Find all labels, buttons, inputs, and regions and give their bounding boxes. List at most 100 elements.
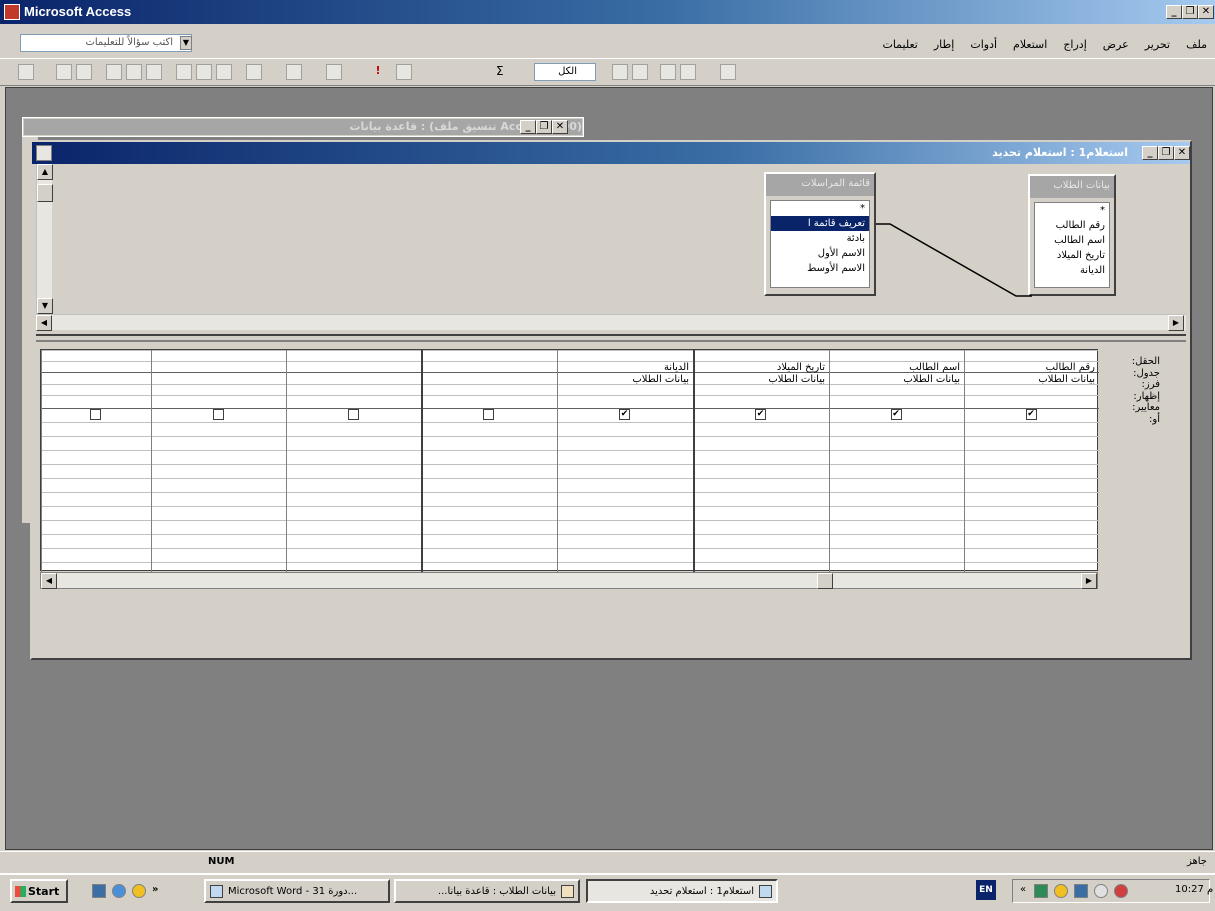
query-close-icon[interactable]: ✕: [1174, 146, 1190, 160]
grid-table-cell[interactable]: بيانات الطلاب: [964, 374, 1099, 385]
field-item[interactable]: الديانة: [1035, 263, 1109, 278]
grid-scroll-right-icon[interactable]: ▶: [1081, 573, 1097, 589]
query-design-grid[interactable]: رقم الطالب بيانات الطلاب ✔ اسم الطالب بيانات…: [40, 349, 1099, 572]
scroll-down-icon[interactable]: ▼: [37, 298, 53, 314]
ask-question-input[interactable]: اكتب سؤالاً للتعليمات: [20, 34, 192, 52]
messenger-icon[interactable]: [132, 884, 146, 898]
db-minimize-icon[interactable]: _: [520, 120, 536, 134]
query-window-title-bar[interactable]: استعلام1 : استعلام تحديد _ ❐ ✕: [32, 142, 1190, 164]
build-icon[interactable]: [632, 64, 648, 80]
field-item[interactable]: الاسم الأوسط: [771, 261, 869, 276]
db-restore-icon[interactable]: ❐: [536, 120, 552, 134]
field-item[interactable]: الاسم الأول: [771, 246, 869, 261]
grid-scroll-thumb[interactable]: [817, 573, 833, 589]
language-indicator[interactable]: EN: [976, 880, 996, 900]
search-icon[interactable]: [76, 64, 92, 80]
totals-icon[interactable]: Σ: [496, 64, 512, 80]
show-table-icon[interactable]: [396, 64, 412, 80]
show-checkbox[interactable]: [212, 409, 224, 420]
top-values-select[interactable]: الكل: [534, 63, 596, 81]
properties-icon[interactable]: [612, 64, 628, 80]
security-icon[interactable]: [1054, 884, 1068, 898]
grid-field-cell[interactable]: تاريخ الميلاد: [693, 362, 829, 373]
grid-table-cell[interactable]: بيانات الطلاب: [557, 374, 693, 385]
query-restore-icon[interactable]: ❐: [1158, 146, 1174, 160]
field-list-students[interactable]: بيانات الطلاب * رقم الطالب اسم الطالب تا…: [1028, 174, 1116, 296]
close-icon[interactable]: ✕: [1198, 5, 1214, 19]
show-checkbox[interactable]: ✔: [755, 409, 766, 420]
scroll-left-icon[interactable]: ◀: [36, 315, 52, 331]
show-checkbox[interactable]: ✔: [890, 409, 902, 420]
menu-edit[interactable]: تحرير: [1145, 38, 1170, 51]
scroll-right-icon[interactable]: ▶: [1168, 315, 1184, 331]
run-icon[interactable]: !: [370, 64, 386, 80]
spelling-icon[interactable]: [146, 64, 162, 80]
start-button[interactable]: Start: [10, 879, 68, 903]
field-list-title[interactable]: قائمة المراسلات: [766, 174, 874, 196]
field-item[interactable]: اسم الطالب: [1035, 233, 1109, 248]
scroll-thumb[interactable]: [37, 184, 53, 202]
internet-explorer-icon[interactable]: [112, 884, 126, 898]
cut-icon[interactable]: [176, 64, 192, 80]
scroll-up-icon[interactable]: ▲: [37, 164, 53, 180]
grid-field-cell[interactable]: الديانة: [557, 362, 693, 373]
menu-query[interactable]: استعلام: [1013, 38, 1047, 51]
show-checkbox[interactable]: [90, 409, 101, 420]
field-item[interactable]: رقم الطالب: [1035, 218, 1109, 233]
tray-status-icon[interactable]: [1094, 884, 1108, 898]
new-object-icon[interactable]: [680, 64, 696, 80]
table-pane-vscrollbar[interactable]: ▲ ▼: [36, 164, 53, 314]
show-checkbox[interactable]: [483, 409, 494, 420]
field-list-mailing[interactable]: قائمة المراسلات * تعريف قائمة ا بادئة ال…: [764, 172, 876, 296]
field-item[interactable]: بادئة: [771, 231, 869, 246]
app-title-bar[interactable]: Microsoft Access _ ❐ ✕: [0, 0, 1215, 24]
print-preview-icon[interactable]: [126, 64, 142, 80]
chevron-right-icon[interactable]: »: [152, 884, 158, 895]
menu-file[interactable]: ملف: [1186, 38, 1207, 51]
menu-tools[interactable]: أدوات: [970, 38, 997, 51]
paste-icon[interactable]: [216, 64, 232, 80]
grid-hscrollbar[interactable]: ◀ ▶: [40, 572, 1098, 589]
show-desktop-icon[interactable]: [92, 884, 106, 898]
tray-app-icon[interactable]: [1074, 884, 1088, 898]
minimize-icon[interactable]: _: [1166, 5, 1182, 19]
db-close-icon[interactable]: ✕: [552, 120, 568, 134]
print-icon[interactable]: [106, 64, 122, 80]
save-icon[interactable]: [56, 64, 72, 80]
show-checkbox[interactable]: ✔: [1025, 409, 1037, 420]
view-icon[interactable]: [18, 64, 34, 80]
menu-view[interactable]: عرض: [1103, 38, 1129, 51]
tray-expand-icon[interactable]: «: [1020, 884, 1026, 895]
show-checkbox[interactable]: [347, 409, 359, 420]
help-icon[interactable]: [720, 64, 736, 80]
pane-splitter[interactable]: [36, 334, 1186, 342]
task-button-word[interactable]: Microsoft Word - دورة 31...: [204, 879, 390, 903]
network-icon[interactable]: [1034, 884, 1048, 898]
redo-icon[interactable]: [286, 64, 302, 80]
copy-icon[interactable]: [196, 64, 212, 80]
database-window-icon[interactable]: [660, 64, 676, 80]
menu-help[interactable]: تعليمات: [882, 38, 917, 51]
grid-table-cell[interactable]: بيانات الطلاب: [829, 374, 964, 385]
grid-field-cell[interactable]: رقم الطالب: [964, 362, 1099, 373]
menu-window[interactable]: إطار: [934, 38, 954, 51]
show-checkbox[interactable]: ✔: [619, 409, 630, 420]
field-list-title[interactable]: بيانات الطلاب: [1030, 176, 1114, 198]
field-item[interactable]: تاريخ الميلاد: [1035, 248, 1109, 263]
grid-field-cell[interactable]: اسم الطالب: [829, 362, 964, 373]
field-item[interactable]: *: [771, 201, 869, 216]
task-button-database[interactable]: بيانات الطلاب : قاعدة بيانا...: [394, 879, 580, 903]
table-pane-hscrollbar[interactable]: ◀ ▶: [36, 314, 1186, 331]
field-item[interactable]: *: [1035, 203, 1109, 218]
grid-scroll-left-icon[interactable]: ◀: [41, 573, 57, 589]
undo-icon[interactable]: [246, 64, 262, 80]
query-type-icon[interactable]: [326, 64, 342, 80]
menu-insert[interactable]: إدراج: [1063, 38, 1086, 51]
grid-table-cell[interactable]: بيانات الطلاب: [693, 374, 829, 385]
field-item-selected[interactable]: تعريف قائمة ا: [771, 216, 869, 231]
antivirus-icon[interactable]: [1114, 884, 1128, 898]
task-button-query[interactable]: استعلام1 : استعلام تحديد: [586, 879, 778, 903]
query-minimize-icon[interactable]: _: [1142, 146, 1158, 160]
restore-icon[interactable]: ❐: [1182, 5, 1198, 19]
chevron-down-icon[interactable]: ▼: [180, 36, 192, 50]
